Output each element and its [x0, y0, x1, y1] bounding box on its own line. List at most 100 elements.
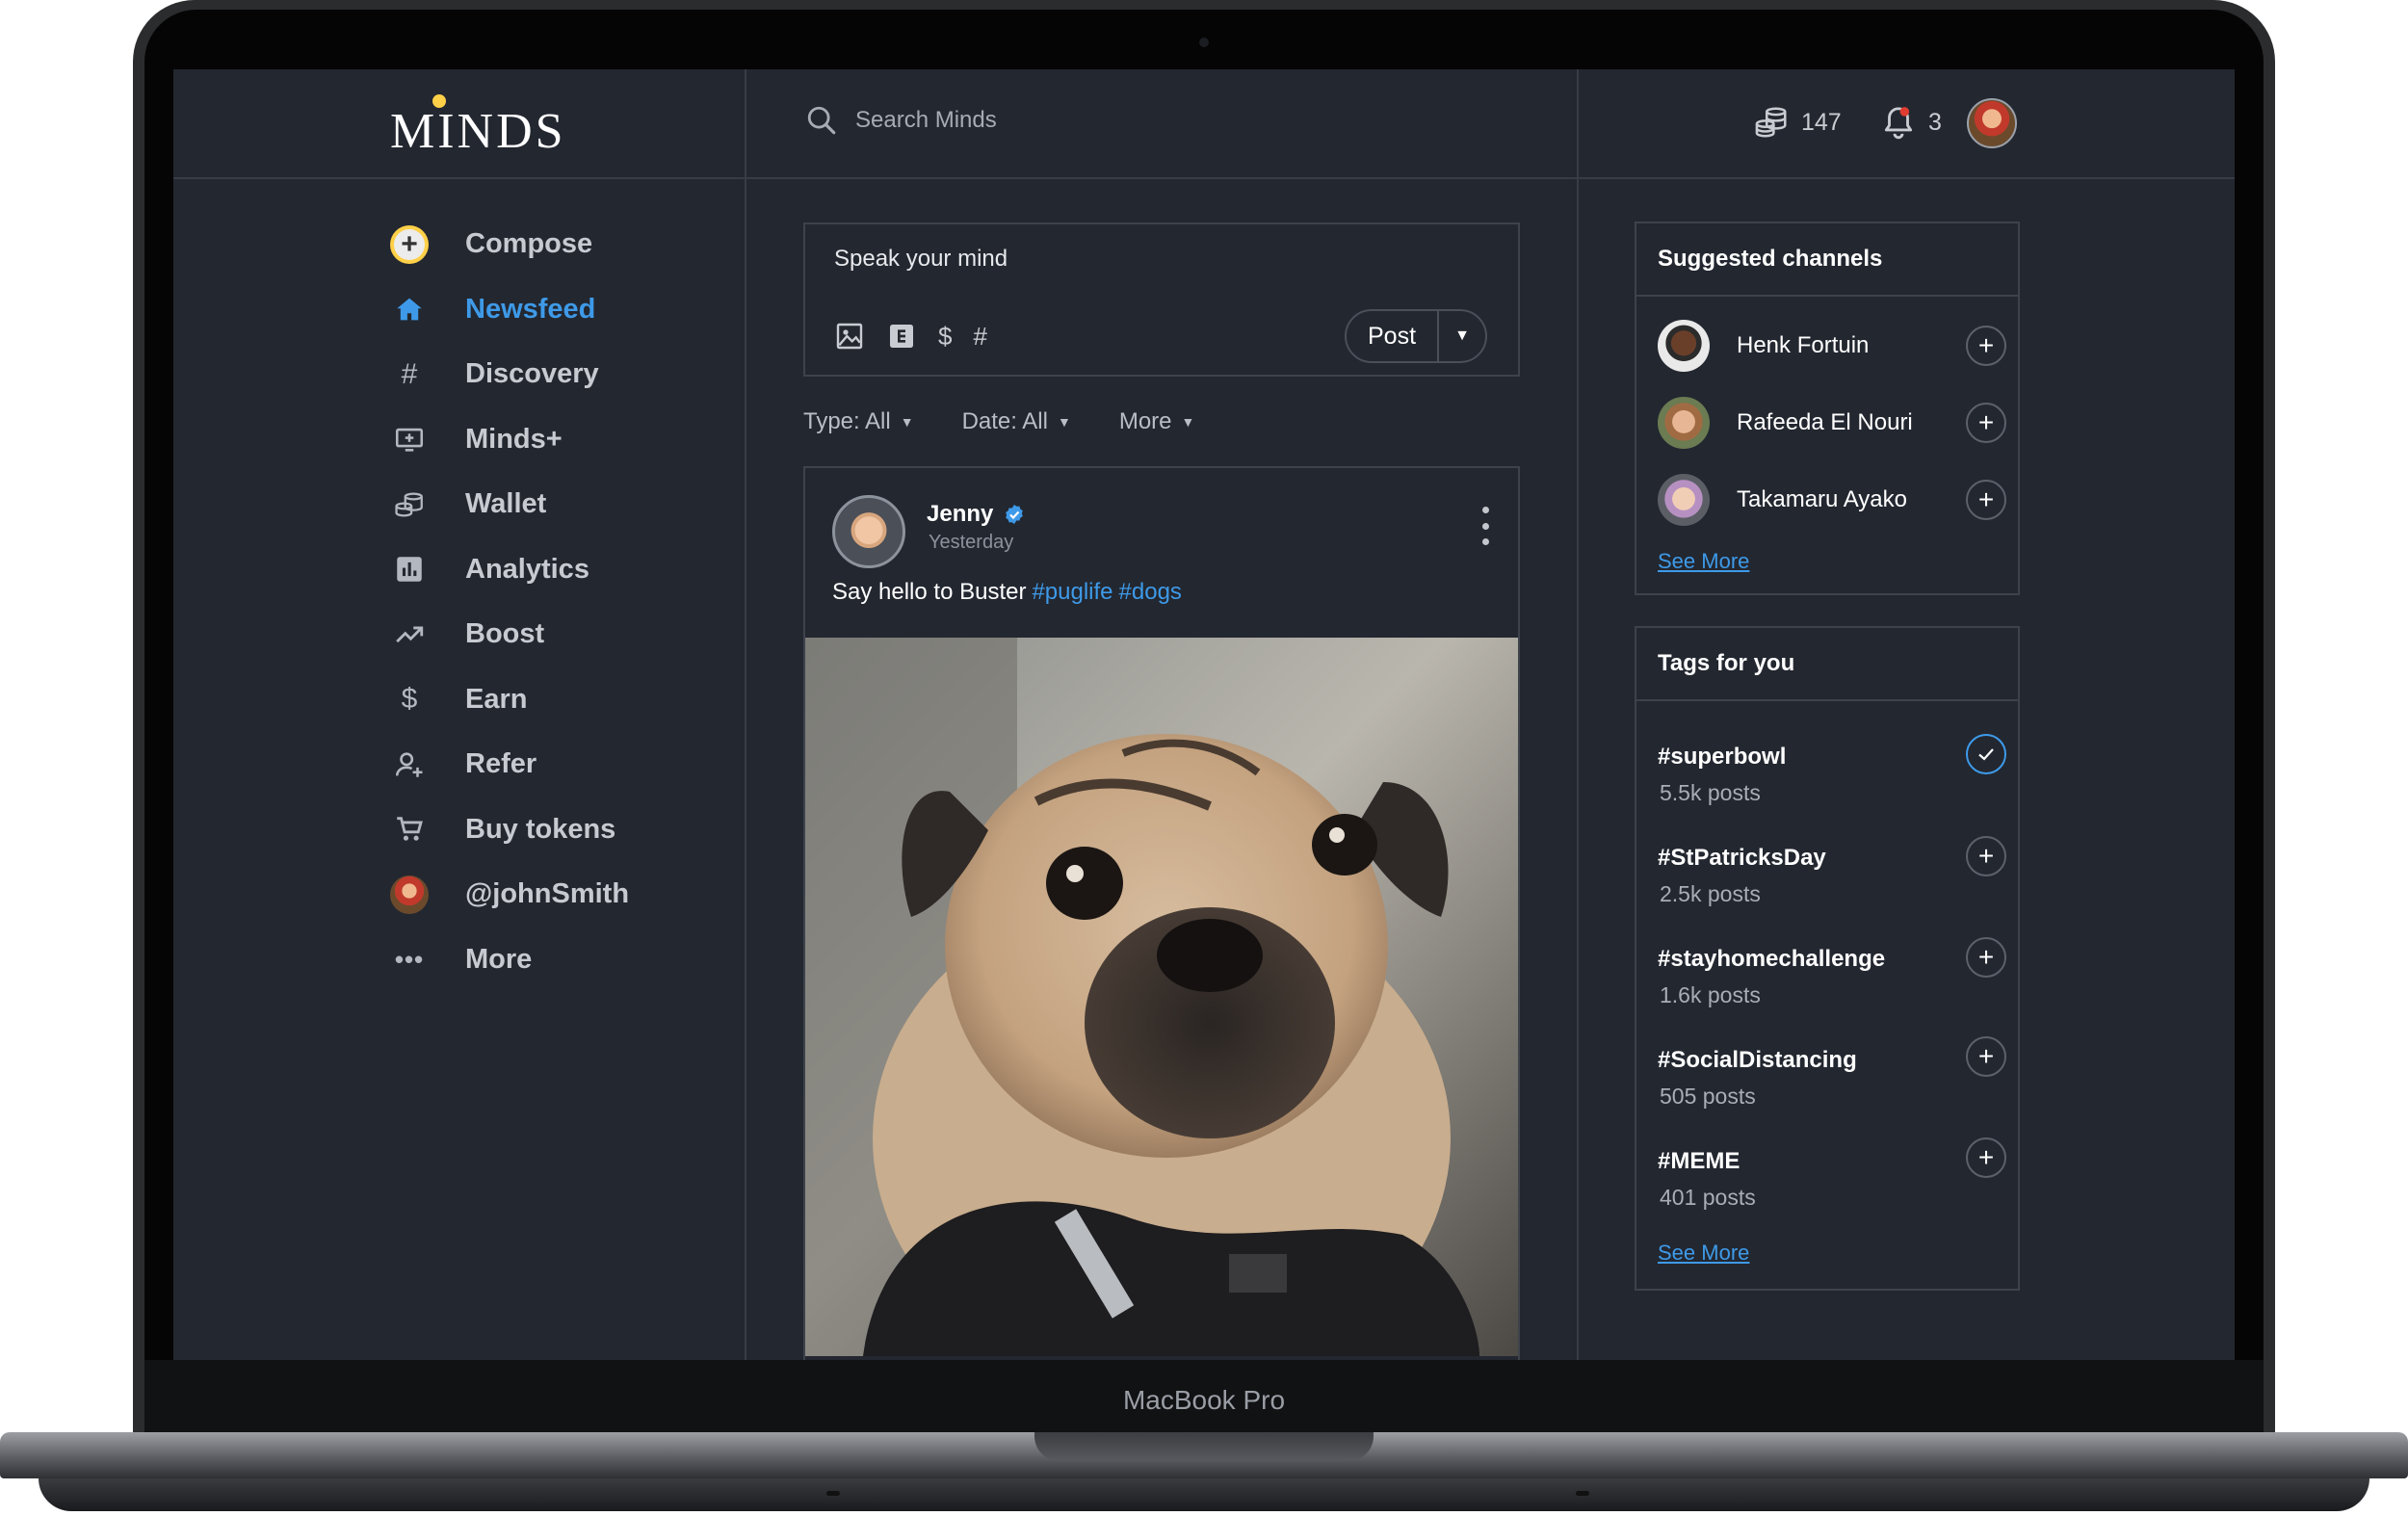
camera-icon — [1199, 38, 1209, 47]
follow-plus-icon[interactable]: + — [1966, 836, 2006, 876]
sidebar-item-label: Refer — [465, 748, 537, 780]
sidebar-item-discovery[interactable]: # Discovery — [390, 342, 872, 407]
subscribe-plus-icon[interactable]: + — [1966, 326, 2006, 366]
composer[interactable]: Speak your mind $ # Post ▼ — [803, 222, 1520, 377]
sidebar-item-profile[interactable]: @johnSmith — [390, 862, 872, 928]
search-bar[interactable]: Search Minds — [805, 104, 997, 137]
filter-date[interactable]: Date: All ▼ — [962, 408, 1071, 435]
bell-icon — [1884, 107, 1913, 140]
explicit-icon[interactable] — [886, 321, 917, 352]
channel-item[interactable]: Takamaru Ayako — [1658, 474, 1907, 526]
tag-name[interactable]: #MEME — [1658, 1148, 1740, 1175]
trending-up-icon — [390, 615, 429, 654]
tag-name[interactable]: #superbowl — [1658, 744, 1786, 771]
sidebar-item-minds-plus[interactable]: Minds+ — [390, 407, 872, 473]
tag-count: 505 posts — [1660, 1084, 1756, 1109]
subscribe-plus-icon[interactable]: + — [1966, 403, 2006, 443]
app-screen: MINDS Search Minds 147 3 + Compose Newsf… — [173, 69, 2235, 1360]
home-icon — [390, 290, 429, 328]
dollar-icon: $ — [401, 683, 418, 716]
post-author-name[interactable]: Jenny — [927, 501, 993, 528]
follow-plus-icon[interactable]: + — [1966, 937, 2006, 978]
suggested-channels-panel: Suggested channels Henk Fortuin + Rafeed… — [1635, 222, 2020, 595]
header-divider — [173, 177, 2235, 179]
post-hashtag[interactable]: #puglife — [1032, 579, 1112, 605]
post-hashtag[interactable]: #dogs — [1119, 579, 1182, 605]
sidebar-item-wallet[interactable]: Wallet — [390, 472, 872, 537]
tags-for-you-panel: Tags for you #superbowl 5.5k posts #StPa… — [1635, 626, 2020, 1291]
notifications-button[interactable]: 3 — [1880, 104, 1942, 141]
post-button-label[interactable]: Post — [1347, 311, 1439, 361]
filter-type[interactable]: Type: All ▼ — [803, 408, 914, 435]
composer-tools: $ # — [834, 321, 1008, 352]
sidebar-item-label: Minds+ — [465, 423, 563, 455]
sidebar-item-label: Earn — [465, 683, 528, 715]
sidebar-item-label: More — [465, 943, 533, 975]
sidebar-item-boost[interactable]: Boost — [390, 602, 872, 667]
dollar-icon[interactable]: $ — [938, 322, 952, 352]
tag-count: 5.5k posts — [1660, 780, 1761, 805]
laptop-base-bottom — [39, 1478, 2369, 1511]
channel-item[interactable]: Henk Fortuin — [1658, 320, 1869, 372]
tag-name[interactable]: #StPatricksDay — [1658, 845, 1826, 872]
tag-name[interactable]: #SocialDistancing — [1658, 1047, 1857, 1074]
channel-name[interactable]: Henk Fortuin — [1737, 332, 1869, 359]
minds-logo[interactable]: MINDS — [390, 103, 566, 160]
panel-title: Suggested channels — [1636, 223, 2018, 297]
sidebar-nav: + Compose Newsfeed # Discovery Minds+ Wa… — [390, 212, 872, 992]
laptop-chin: MacBook Pro — [144, 1360, 2264, 1440]
channel-item[interactable]: Rafeeda El Nouri — [1658, 397, 1913, 449]
chevron-down-icon: ▼ — [1057, 414, 1071, 430]
logo-bulb-icon — [432, 94, 446, 108]
tokens-count: 147 — [1801, 108, 1842, 136]
laptop-notch — [1034, 1432, 1374, 1461]
coins-icon — [390, 485, 429, 524]
tokens-icon — [1755, 107, 1787, 138]
verified-badge-icon — [1006, 505, 1024, 524]
cart-icon — [390, 810, 429, 849]
see-more-link[interactable]: See More — [1658, 549, 1749, 574]
follow-plus-icon[interactable]: + — [1966, 1036, 2006, 1077]
avatar — [1658, 397, 1710, 449]
post-author-avatar[interactable] — [832, 495, 905, 568]
sidebar-item-compose[interactable]: + Compose — [390, 212, 872, 277]
search-input[interactable]: Search Minds — [855, 107, 997, 134]
follow-plus-icon[interactable]: + — [1966, 1137, 2006, 1178]
post-timestamp[interactable]: Yesterday — [929, 532, 1013, 554]
checkmark-icon[interactable] — [1966, 734, 2006, 774]
sidebar-item-more[interactable]: ••• More — [390, 928, 872, 993]
sidebar-item-refer[interactable]: Refer — [390, 732, 872, 797]
tokens-button[interactable]: 147 — [1753, 104, 1842, 141]
tag-name[interactable]: #stayhomechallenge — [1658, 946, 1885, 973]
sidebar-item-label: Analytics — [465, 553, 589, 585]
hash-icon: # — [401, 357, 418, 390]
subscribe-plus-icon[interactable]: + — [1966, 480, 2006, 520]
feed-filters: Type: All ▼ Date: All ▼ More ▼ — [803, 408, 1243, 435]
sidebar-item-buy-tokens[interactable]: Buy tokens — [390, 797, 872, 863]
sidebar-item-newsfeed[interactable]: Newsfeed — [390, 277, 872, 343]
post-author[interactable]: Jenny — [927, 501, 1026, 528]
monitor-plus-icon — [390, 420, 429, 458]
post-image[interactable] — [805, 638, 1518, 1356]
compose-plus-icon: + — [390, 224, 429, 264]
post-button[interactable]: Post ▼ — [1345, 309, 1487, 363]
hash-icon[interactable]: # — [973, 322, 986, 352]
filter-more[interactable]: More ▼ — [1119, 408, 1195, 435]
sidebar-item-label: Wallet — [465, 488, 547, 520]
image-icon[interactable] — [834, 321, 865, 352]
panel-title: Tags for you — [1636, 628, 2018, 701]
sidebar-item-earn[interactable]: $ Earn — [390, 667, 872, 733]
see-more-link[interactable]: See More — [1658, 1241, 1749, 1266]
avatar — [1658, 474, 1710, 526]
composer-input[interactable]: Speak your mind — [834, 246, 1008, 273]
channel-name[interactable]: Takamaru Ayako — [1737, 486, 1907, 513]
sidebar-item-label: Compose — [465, 228, 593, 260]
chevron-down-icon[interactable]: ▼ — [1439, 327, 1485, 345]
sidebar-item-label: Newsfeed — [465, 293, 596, 325]
pug-photo — [805, 638, 1518, 1356]
sidebar-item-analytics[interactable]: Analytics — [390, 537, 872, 603]
channel-name[interactable]: Rafeeda El Nouri — [1737, 409, 1913, 436]
post-menu-icon[interactable] — [1476, 507, 1495, 545]
user-avatar[interactable] — [1967, 98, 2017, 148]
search-icon — [807, 106, 836, 135]
